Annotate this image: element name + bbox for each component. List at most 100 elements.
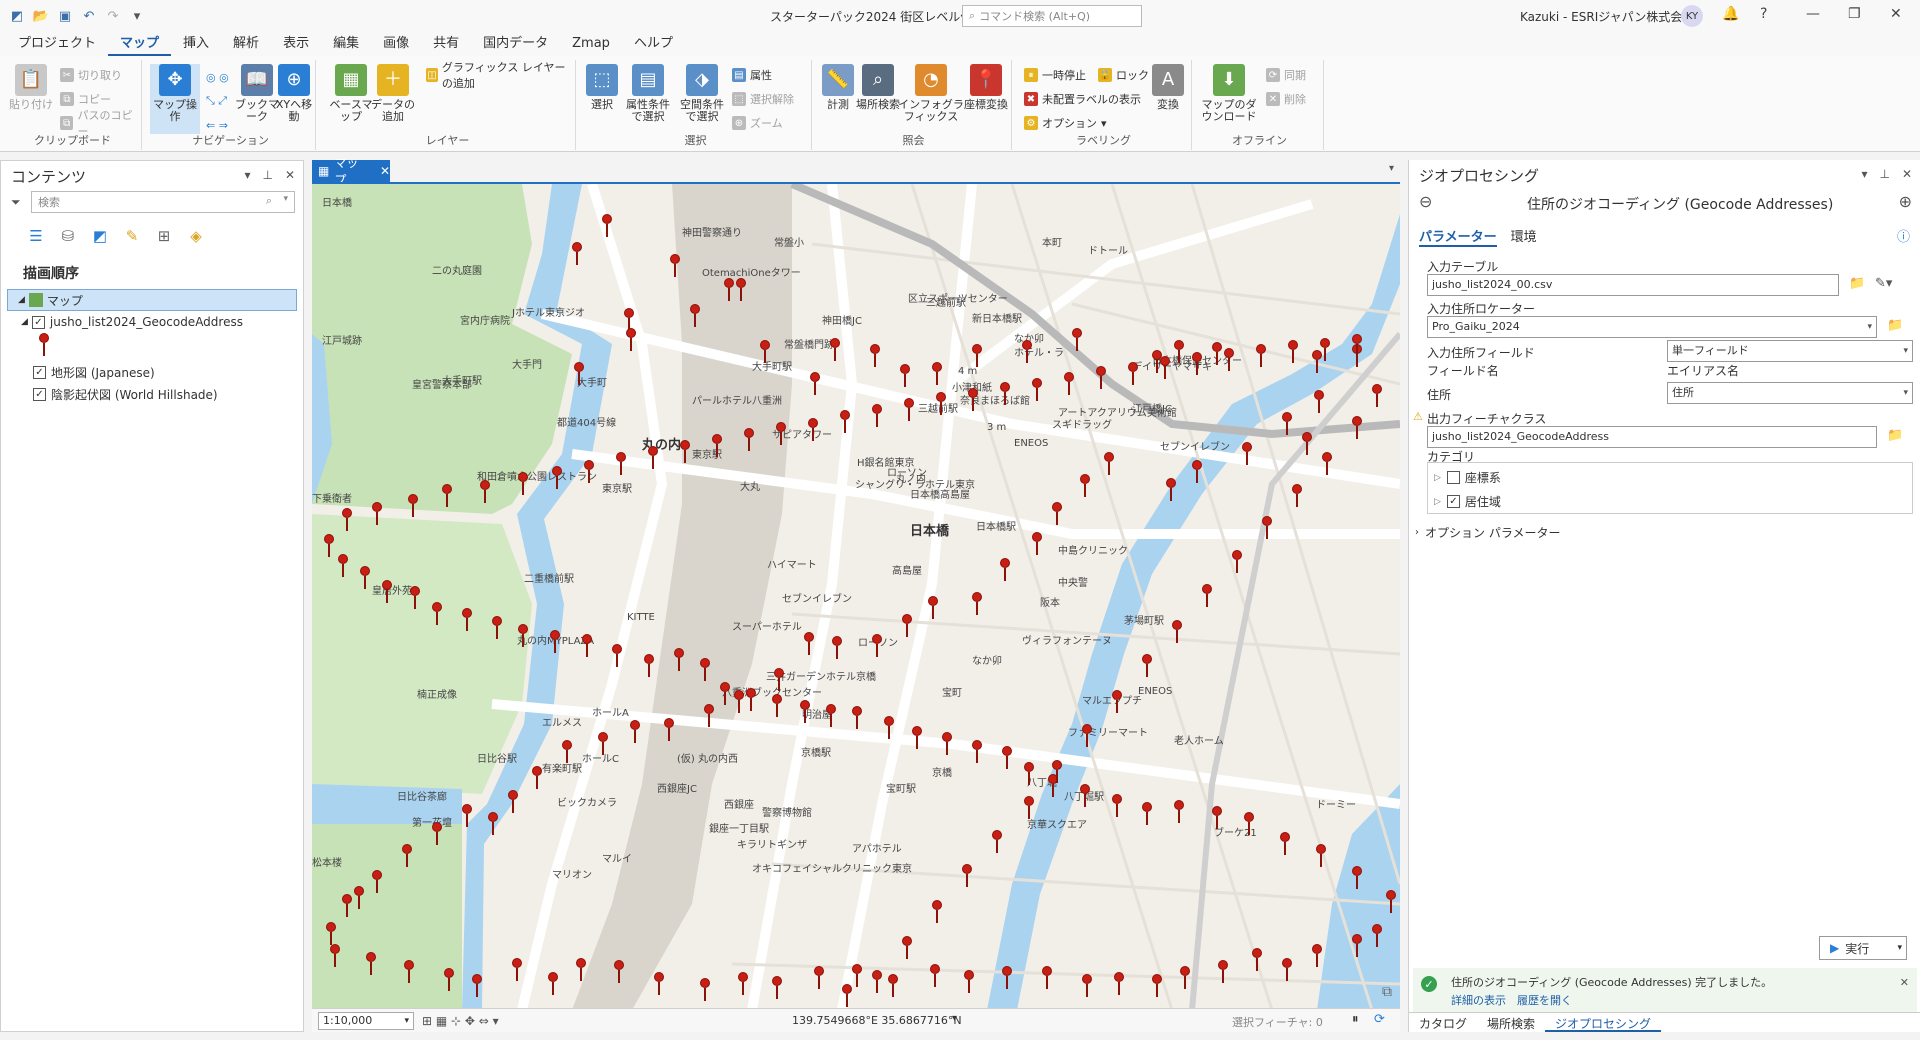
sync-button[interactable]: ⟳ 同期 [1266,66,1306,84]
labeling-options-button[interactable]: ⚙ オプション ▾ [1024,114,1107,132]
geocoded-point-pin[interactable] [1080,474,1090,498]
geocoded-point-pin[interactable] [760,340,770,364]
geocoded-point-pin[interactable] [738,972,748,996]
run-button[interactable]: ▶ 実行 ▾ [1819,936,1907,960]
geocoded-point-pin[interactable] [342,894,352,918]
geocoded-point-pin[interactable] [832,636,842,660]
geocoded-point-pin[interactable] [1052,502,1062,526]
geocoded-point-pin[interactable] [736,278,746,302]
geocoded-point-pin[interactable] [1372,384,1382,408]
geocoded-point-pin[interactable] [734,690,744,714]
folder-icon[interactable]: 📁 [1887,318,1903,333]
geocoded-point-pin[interactable] [972,740,982,764]
tab-project[interactable]: プロジェクト [6,34,108,56]
geocoded-point-pin[interactable] [1218,960,1228,984]
geocoded-point-pin[interactable] [712,434,722,458]
geocoded-point-pin[interactable] [512,958,522,982]
geocoded-point-pin[interactable] [1052,760,1062,784]
save-icon[interactable]: ▣ [56,7,74,25]
geocoded-point-pin[interactable] [582,634,592,658]
cut-button[interactable]: ✂ 切り取り [60,66,122,84]
geocoded-point-pin[interactable] [670,254,680,278]
geocoded-point-pin[interactable] [972,344,982,368]
geocoded-point-pin[interactable] [1292,484,1302,508]
geocoded-point-pin[interactable] [1022,340,1032,364]
geocoded-point-pin[interactable] [936,392,946,416]
geocoded-point-pin[interactable] [552,466,562,490]
geocoded-point-pin[interactable] [1386,890,1396,914]
pause-labeling-button[interactable]: ⏸ 一時停止 [1024,66,1086,84]
geocoded-point-pin[interactable] [1172,620,1182,644]
tab-catalog[interactable]: カタログ [1409,1013,1477,1032]
layer-checkbox[interactable]: ✓ [33,387,46,401]
geocoded-point-pin[interactable] [574,362,584,386]
data-source-icon[interactable]: ⛁ [57,225,79,247]
geocoded-point-pin[interactable] [1180,966,1190,990]
pause-drawing-icon[interactable]: ⏸ [1352,1012,1359,1027]
measure-button[interactable]: 📏 計測 [816,64,860,111]
close-icon[interactable]: ✕ [380,164,390,178]
geocoded-point-pin[interactable] [492,616,502,640]
selection-list-icon[interactable]: ◩ [89,225,111,247]
geocoded-point-pin[interactable] [904,398,914,422]
search-icon[interactable]: ⌕ [266,194,272,208]
geocoded-point-pin[interactable] [1316,844,1326,868]
geocoded-point-pin[interactable] [704,704,714,728]
copy-button[interactable]: ⧉ コピー [60,90,111,108]
help-icon[interactable]: ⓘ [1897,226,1910,245]
pin-icon[interactable]: ⊥ [262,168,272,182]
geocoded-point-pin[interactable] [840,410,850,434]
geocoded-point-pin[interactable] [664,718,674,742]
view-unplaced-button[interactable]: ✖ 未配置ラベルの表示 [1024,90,1141,108]
refresh-icon[interactable]: ⟳ [1374,1012,1385,1027]
folder-icon[interactable]: 📁 [1887,428,1903,443]
geocoded-point-pin[interactable] [1114,972,1124,996]
geocoded-point-pin[interactable] [808,418,818,442]
convert-coordinates-button[interactable]: 📍 座標変換 [964,64,1008,111]
tab-parameters[interactable]: パラメーター [1419,226,1497,247]
geocoded-point-pin[interactable] [772,694,782,718]
geocoded-point-pin[interactable] [1322,452,1332,476]
geocoded-point-pin[interactable] [360,566,370,590]
geocoded-point-pin[interactable] [992,830,1002,854]
geocoded-point-pin[interactable] [462,804,472,828]
geocoded-point-pin[interactable] [472,974,482,998]
geocoded-point-pin[interactable] [830,338,840,362]
geocoded-point-pin[interactable] [382,580,392,604]
close-icon[interactable]: ✕ [1900,976,1909,989]
geocoded-point-pin[interactable] [772,976,782,1000]
chevron-down-icon[interactable]: ▾ [952,1013,957,1024]
add-icon[interactable]: ⊕ [1899,192,1912,211]
chevron-down-icon[interactable]: ▾ [244,168,250,182]
geocoded-point-pin[interactable] [1042,966,1052,990]
select-button[interactable]: ⬚ 選択 [580,64,624,111]
grid-tools-icon[interactable]: ⊞ ▦ ⊹ ✥ ⇔ ▾ [422,1014,499,1028]
geocoded-point-pin[interactable] [630,720,640,744]
geocoded-point-pin[interactable] [1352,934,1362,958]
draw-order-icon[interactable]: ☰ [25,225,47,247]
geocoded-point-pin[interactable] [800,700,810,724]
geocoded-point-pin[interactable] [572,242,582,266]
geocoded-point-pin[interactable] [1082,724,1092,748]
tab-insert[interactable]: 挿入 [171,34,221,56]
collapse-arrow-icon[interactable]: ◢ [18,295,25,305]
geocoded-point-pin[interactable] [700,978,710,1002]
close-icon[interactable]: ✕ [1890,6,1902,22]
snapping-icon[interactable]: ⊞ [153,225,175,247]
geocoded-point-pin[interactable] [870,344,880,368]
geocoded-point-pin[interactable] [1112,690,1122,714]
redo-icon[interactable]: ↷ [104,7,122,25]
geocoded-point-pin[interactable] [1152,974,1162,998]
geocoded-point-pin[interactable] [724,278,734,302]
tab-analysis[interactable]: 解析 [221,34,271,56]
geocoded-point-pin[interactable] [872,634,882,658]
geocoded-point-pin[interactable] [330,944,340,968]
geocoded-point-pin[interactable] [674,648,684,672]
geocoded-point-pin[interactable] [900,364,910,388]
geocoded-point-pin[interactable] [912,726,922,750]
remove-button[interactable]: ✕ 削除 [1266,90,1306,108]
contents-search-input[interactable]: 検索 ⌕ ▾ [31,191,295,213]
geocoded-point-pin[interactable] [324,534,334,558]
help-icon[interactable]: ? [1760,6,1767,22]
geocoded-point-pin[interactable] [932,362,942,386]
